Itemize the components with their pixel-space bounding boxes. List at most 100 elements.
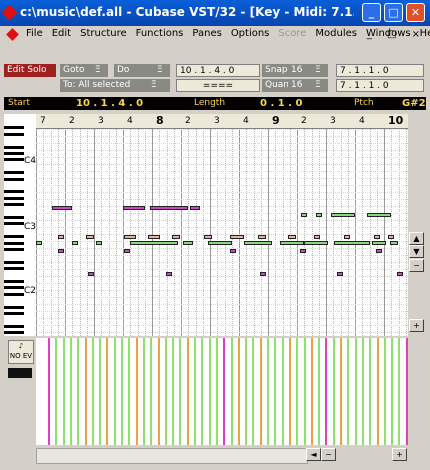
midi-note[interactable] bbox=[376, 249, 382, 253]
black-key[interactable] bbox=[4, 248, 24, 251]
black-key[interactable] bbox=[4, 171, 24, 175]
velocity-bar[interactable] bbox=[340, 338, 342, 445]
time-ruler[interactable]: 723482349234102 bbox=[36, 114, 423, 129]
velocity-bar[interactable] bbox=[398, 338, 401, 445]
scroll-down-button[interactable]: ▼ bbox=[409, 245, 424, 258]
velocity-bar[interactable] bbox=[121, 338, 123, 445]
midi-note[interactable] bbox=[316, 213, 322, 217]
velocity-bar[interactable] bbox=[245, 338, 248, 445]
black-key[interactable] bbox=[4, 241, 24, 245]
black-key[interactable] bbox=[4, 324, 24, 328]
velocity-bar[interactable] bbox=[215, 338, 218, 445]
black-key[interactable] bbox=[4, 312, 24, 315]
velocity-bar[interactable] bbox=[259, 338, 262, 445]
velocity-bar[interactable] bbox=[48, 338, 50, 445]
midi-note[interactable] bbox=[372, 241, 386, 245]
controller-value-box[interactable] bbox=[8, 368, 32, 378]
midi-note[interactable] bbox=[208, 241, 232, 245]
midi-note[interactable] bbox=[397, 272, 403, 276]
midi-note[interactable] bbox=[58, 249, 64, 253]
velocity-bar[interactable] bbox=[106, 338, 109, 445]
hzoom-out-button[interactable]: − bbox=[321, 448, 336, 461]
document-icon[interactable] bbox=[6, 28, 19, 41]
cubase-app-icon[interactable] bbox=[1, 4, 18, 21]
velocity-bar[interactable] bbox=[267, 338, 269, 445]
velocity-bar[interactable] bbox=[252, 338, 255, 445]
midi-note[interactable] bbox=[314, 235, 320, 239]
black-key[interactable] bbox=[4, 203, 24, 207]
midi-note[interactable] bbox=[367, 213, 391, 217]
midi-note[interactable] bbox=[344, 235, 350, 239]
velocity-bar[interactable] bbox=[383, 338, 386, 445]
velocity-bar[interactable] bbox=[347, 338, 350, 445]
midi-note[interactable] bbox=[301, 213, 307, 217]
velocity-bar[interactable] bbox=[288, 338, 291, 445]
velocity-bar[interactable] bbox=[223, 338, 226, 445]
midi-note[interactable] bbox=[36, 241, 42, 245]
midi-note[interactable] bbox=[204, 235, 212, 239]
scroll-up-button[interactable]: ▲ bbox=[409, 232, 424, 245]
black-key[interactable] bbox=[4, 331, 24, 335]
velocity-bar[interactable] bbox=[91, 338, 94, 445]
black-key[interactable] bbox=[4, 280, 24, 283]
menu-file[interactable]: File bbox=[26, 28, 43, 39]
velocity-bar[interactable] bbox=[310, 338, 313, 445]
midi-note[interactable] bbox=[124, 235, 136, 239]
velocity-bar[interactable] bbox=[84, 338, 87, 445]
midi-note[interactable] bbox=[52, 206, 72, 210]
do-button[interactable]: Do bbox=[114, 64, 154, 77]
black-key[interactable] bbox=[4, 190, 24, 194]
black-key[interactable] bbox=[4, 216, 24, 219]
midi-note[interactable] bbox=[96, 241, 102, 245]
velocity-bar[interactable] bbox=[281, 338, 284, 445]
velocity-bar[interactable] bbox=[230, 338, 233, 445]
controller-lane[interactable] bbox=[36, 338, 408, 445]
midi-note[interactable] bbox=[148, 235, 160, 239]
menu-structure[interactable]: Structure bbox=[80, 28, 127, 39]
black-key[interactable] bbox=[4, 158, 24, 162]
midi-note[interactable] bbox=[331, 213, 355, 217]
velocity-bar[interactable] bbox=[69, 338, 72, 445]
velocity-bar[interactable] bbox=[128, 338, 131, 445]
velocity-bar[interactable] bbox=[318, 338, 321, 445]
zoom-in-button[interactable]: + bbox=[409, 319, 424, 332]
length-value[interactable]: 0 . 1 . 0 bbox=[260, 97, 302, 110]
zoom-out-button[interactable]: − bbox=[409, 259, 424, 272]
midi-note[interactable] bbox=[388, 235, 394, 239]
velocity-bar[interactable] bbox=[237, 338, 240, 445]
midi-note[interactable] bbox=[230, 249, 236, 253]
right-locator-display[interactable]: 7 . 1 . 1 . 0 bbox=[336, 79, 424, 92]
mdi-window-controls[interactable]: _ □ × bbox=[367, 29, 426, 40]
midi-note[interactable] bbox=[374, 235, 380, 239]
note-grid[interactable] bbox=[36, 129, 408, 336]
quant-dropdown-arrow[interactable]: Ξ bbox=[312, 79, 328, 92]
midi-note[interactable] bbox=[288, 235, 296, 239]
midi-note[interactable] bbox=[183, 241, 193, 245]
black-key[interactable] bbox=[4, 196, 24, 200]
velocity-bar[interactable] bbox=[179, 338, 182, 445]
velocity-bar[interactable] bbox=[332, 338, 335, 445]
velocity-bar[interactable] bbox=[150, 338, 153, 445]
midi-note[interactable] bbox=[72, 241, 78, 245]
minimize-button[interactable]: _ bbox=[362, 3, 381, 22]
to-selection-button[interactable]: To: All selected bbox=[60, 79, 148, 92]
black-key[interactable] bbox=[4, 305, 24, 309]
black-key[interactable] bbox=[4, 260, 24, 264]
midi-note[interactable] bbox=[86, 235, 94, 239]
velocity-bar[interactable] bbox=[172, 338, 175, 445]
velocity-bar[interactable] bbox=[369, 338, 372, 445]
velocity-bar[interactable] bbox=[194, 338, 196, 445]
black-key[interactable] bbox=[4, 235, 24, 239]
snap-value[interactable]: 16 bbox=[288, 64, 312, 77]
goto-dropdown-arrow[interactable]: Ξ bbox=[92, 64, 108, 77]
midi-note[interactable] bbox=[230, 235, 244, 239]
hzoom-in-button[interactable]: + bbox=[392, 448, 407, 461]
goto-button[interactable]: Goto bbox=[60, 64, 92, 77]
midi-note[interactable] bbox=[258, 235, 266, 239]
snap-dropdown-arrow[interactable]: Ξ bbox=[312, 64, 328, 77]
horizontal-scrollbar[interactable] bbox=[36, 448, 308, 464]
velocity-bar[interactable] bbox=[361, 338, 364, 445]
velocity-bar[interactable] bbox=[142, 338, 145, 445]
midi-note[interactable] bbox=[166, 272, 172, 276]
quant-value[interactable]: 16 bbox=[288, 79, 312, 92]
